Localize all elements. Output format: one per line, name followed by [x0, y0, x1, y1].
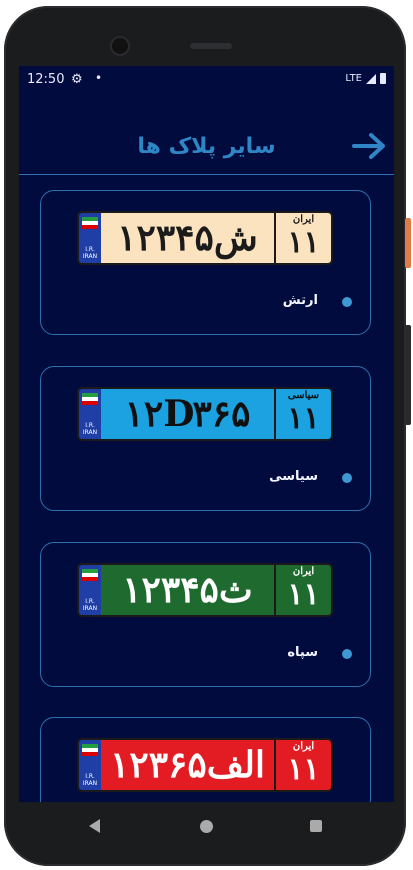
license-plate: I.R. IRAN ۱۲ش۳۴۵ ایران ۱۱ [77, 211, 333, 265]
plate-flag-line2: IRAN [82, 605, 98, 612]
arrow-right-icon[interactable] [352, 131, 386, 161]
plate-number: ۱۲D۳۶۵ [101, 389, 276, 439]
license-plate: I.R. IRAN ۱۲الف۳۶۵ ایران ۱۱ [77, 738, 333, 792]
page-header: سایر پلاک ها [19, 122, 394, 175]
plate-card[interactable]: I.R. IRAN ۱۲D۳۶۵ سیاسی ۱۱ سیاسی [40, 366, 371, 511]
plate-flag-line2: IRAN [82, 780, 98, 787]
nav-home-icon[interactable] [200, 820, 213, 833]
plate-flag-strip: I.R. IRAN [79, 565, 101, 615]
notification-dot-icon: • [95, 71, 103, 85]
plate-card[interactable]: I.R. IRAN ۱۲ش۳۴۵ ایران ۱۱ ارتش [40, 190, 371, 335]
status-bar: 12:50 ⚙ • LTE [19, 66, 394, 94]
plate-region-code: ۱۱ [287, 225, 320, 260]
volume-button [405, 325, 411, 425]
power-button [405, 218, 411, 268]
front-camera [112, 38, 128, 54]
nav-back-icon[interactable] [89, 819, 100, 833]
plate-flag-strip: I.R. IRAN [79, 213, 101, 263]
plate-flag-strip: I.R. IRAN [79, 740, 101, 790]
plate-flag-line1: I.R. [85, 246, 95, 253]
plate-number: ۱۲ش۳۴۵ [101, 213, 276, 263]
plate-number: ۱۲ث۳۴۵ [101, 565, 276, 615]
earpiece-speaker [190, 43, 232, 49]
status-indicators: LTE [345, 73, 386, 84]
plate-flag-line1: I.R. [85, 422, 95, 429]
plate-region: ایران ۱۱ [276, 565, 331, 615]
gear-icon: ⚙ [71, 72, 83, 87]
network-label: LTE [345, 73, 362, 84]
plate-region-code: ۱۱ [287, 401, 320, 436]
system-nav-bar [19, 802, 394, 852]
plate-number: ۱۲الف۳۶۵ [101, 740, 276, 790]
status-time: 12:50 [27, 72, 65, 87]
iran-flag-icon [82, 217, 98, 229]
page-title: سایر پلاک ها [137, 134, 276, 159]
plate-flag-line2: IRAN [82, 429, 98, 436]
plate-region: سیاسی ۱۱ [276, 389, 331, 439]
plate-card[interactable]: I.R. IRAN ۱۲ث۳۴۵ ایران ۱۱ سپاه [40, 542, 371, 687]
plate-type-label: سپاه [287, 645, 318, 660]
plate-flag-strip: I.R. IRAN [79, 389, 101, 439]
plate-type-label: ارتش [282, 293, 318, 308]
bullet-icon [342, 297, 352, 307]
plate-region-code: ۱۱ [287, 577, 320, 612]
bullet-icon [342, 473, 352, 483]
signal-icon [366, 73, 376, 84]
plate-flag-line1: I.R. [85, 598, 95, 605]
iran-flag-icon [82, 744, 98, 756]
license-plate: I.R. IRAN ۱۲D۳۶۵ سیاسی ۱۱ [77, 387, 333, 441]
nav-recent-icon[interactable] [310, 820, 322, 832]
license-plate: I.R. IRAN ۱۲ث۳۴۵ ایران ۱۱ [77, 563, 333, 617]
battery-icon [380, 73, 386, 84]
bullet-icon [342, 649, 352, 659]
plate-flag-line1: I.R. [85, 773, 95, 780]
plate-region-code: ۱۱ [287, 752, 320, 787]
plate-region: ایران ۱۱ [276, 213, 331, 263]
iran-flag-icon [82, 393, 98, 405]
plate-type-label: سیاسی [269, 469, 318, 484]
plate-flag-line2: IRAN [82, 253, 98, 260]
iran-flag-icon [82, 569, 98, 581]
app-screen: 12:50 ⚙ • LTE سایر پلاک ها I.R. IRAN ۱۲ش… [19, 66, 394, 839]
plate-region: ایران ۱۱ [276, 740, 331, 790]
